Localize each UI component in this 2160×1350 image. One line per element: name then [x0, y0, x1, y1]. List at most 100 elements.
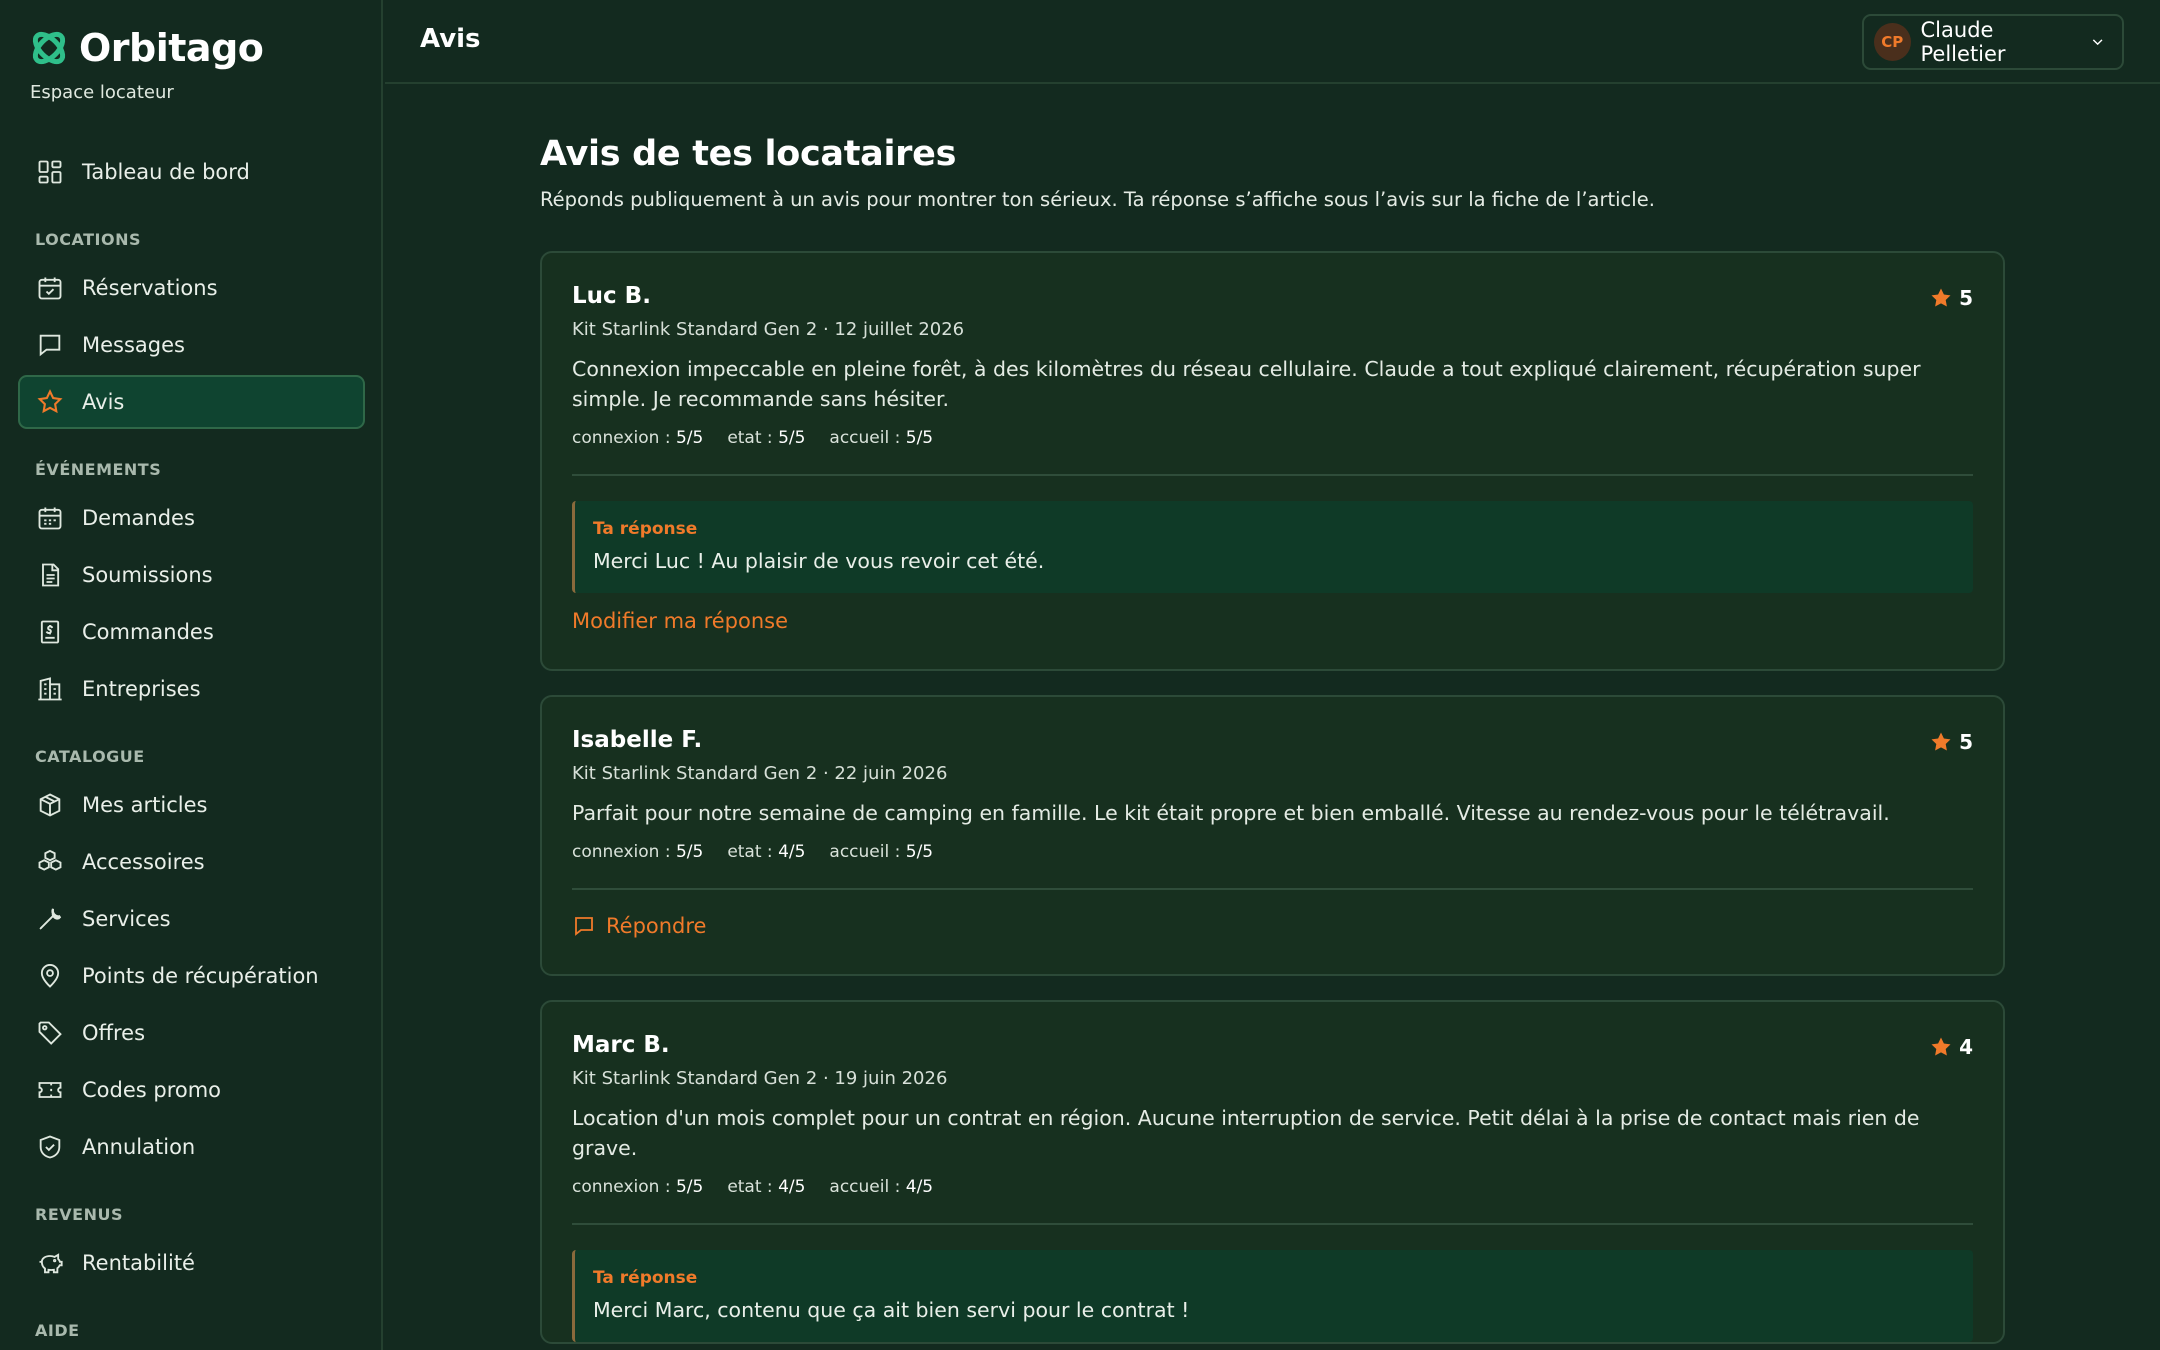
review-rating: 5 [1929, 286, 1973, 310]
sidebar-item-label: Services [82, 907, 171, 931]
star-icon [37, 389, 63, 414]
sidebar-item-label: Messages [82, 333, 185, 357]
review-meta: Kit Starlink Standard Gen 2 · 19 juin 20… [572, 1068, 948, 1089]
sidebar-item-services[interactable]: Services [18, 892, 365, 946]
reviewer-name: Luc B. [572, 283, 651, 309]
document-icon [42, 563, 60, 587]
building-icon [38, 677, 62, 701]
rating-value: 5 [1959, 730, 1973, 754]
edit-reply-link[interactable]: Modifier ma réponse [572, 609, 788, 633]
reply-button[interactable]: Répondre [572, 914, 706, 938]
sidebar-item-label: Tableau de bord [82, 160, 250, 184]
sidebar-item-label: Rentabilité [82, 1251, 195, 1275]
review-scores: connexion : 5/5 etat : 4/5 accueil : 5/5 [572, 842, 1973, 862]
topbar: Avis CP Claude Pelletier [385, 0, 2160, 84]
reply-text: Merci Marc, contenu que ça ait bien serv… [593, 1298, 1190, 1322]
review-text: Connexion impeccable en pleine forêt, à … [572, 357, 1921, 411]
sidebar-section-title: LOCATIONS [35, 230, 141, 249]
review-text: Location d'un mois complet pour un contr… [572, 1106, 1920, 1160]
ticket-icon [38, 1082, 62, 1098]
sidebar-item-entreprises[interactable]: Entreprises [18, 662, 365, 716]
sidebar-item-mes-articles[interactable]: Mes articles [18, 778, 365, 832]
review-rating: 4 [1929, 1035, 1973, 1059]
sidebar-item-label: Entreprises [82, 677, 201, 701]
score-item: accueil : 5/5 [829, 428, 933, 448]
owner-reply: Ta réponse Merci Luc ! Au plaisir de vou… [572, 501, 1973, 593]
sidebar-item-avis[interactable]: Avis [18, 375, 365, 429]
sidebar-item-accessoires[interactable]: Accessoires [18, 835, 365, 889]
main-content: Avis de tes locataires Réponds publiquem… [540, 84, 2005, 1344]
score-value: 5/5 [675, 842, 704, 862]
star-filled-icon [1931, 732, 1951, 751]
sidebar-item-label: Points de récupération [82, 964, 319, 988]
boxes-icon [38, 849, 62, 871]
sidebar-item-dashboard[interactable]: Tableau de bord [18, 145, 365, 199]
sidebar-item-label: Mes articles [82, 793, 208, 817]
score-item: etat : 4/5 [727, 842, 805, 862]
brand-subtitle: Espace locateur [30, 82, 174, 103]
score-value: 5/5 [778, 428, 806, 448]
calendar-check-icon [38, 277, 62, 300]
score-label: etat : [727, 428, 773, 448]
sidebar-item-label: Avis [82, 390, 125, 414]
piggy-bank-icon [39, 1253, 63, 1274]
score-label: connexion : [572, 428, 671, 448]
score-label: accueil : [829, 842, 901, 862]
sidebar-item-label: Offres [82, 1021, 146, 1045]
sidebar-item-soumissions[interactable]: Soumissions [18, 548, 365, 602]
sidebar-item-codes-promo[interactable]: Codes promo [18, 1063, 365, 1117]
sidebar-item-messages[interactable]: Messages [18, 318, 365, 372]
sidebar-item-offres[interactable]: Offres [18, 1006, 365, 1060]
sidebar-item-points-recuperation[interactable]: Points de récupération [18, 949, 365, 1003]
score-label: etat : [727, 1177, 773, 1197]
score-item: accueil : 4/5 [829, 1177, 933, 1197]
score-item: connexion : 5/5 [572, 428, 703, 448]
sidebar-item-label: Annulation [82, 1135, 196, 1159]
review-text: Parfait pour notre semaine de camping en… [572, 801, 1890, 825]
wrench-icon [39, 908, 62, 930]
review-meta: Kit Starlink Standard Gen 2 · 12 juillet… [572, 319, 965, 340]
sidebar-item-label: Commandes [82, 620, 214, 644]
score-label: connexion : [572, 1177, 671, 1197]
score-label: connexion : [572, 842, 671, 862]
brand[interactable]: Orbitago [29, 26, 264, 70]
map-pin-icon [40, 964, 60, 988]
sidebar-item-rentabilite[interactable]: Rentabilité [18, 1236, 365, 1290]
reply-label: Ta réponse [593, 519, 698, 539]
score-label: accueil : [829, 428, 901, 448]
sidebar-item-reservations[interactable]: Réservations [18, 261, 365, 315]
message-icon [39, 334, 61, 357]
receipt-icon [40, 620, 60, 644]
score-item: connexion : 5/5 [572, 1177, 703, 1197]
sidebar-item-label: Soumissions [82, 563, 213, 587]
sidebar-item-annulation[interactable]: Annulation [18, 1120, 365, 1174]
review-card: Isabelle F. 5 Kit Starlink Standard Gen … [540, 695, 2005, 976]
shield-check-icon [39, 1135, 61, 1159]
tag-icon [38, 1021, 62, 1045]
dashboard-icon [38, 160, 62, 184]
sidebar-section-title: AIDE [35, 1321, 80, 1340]
review-rating: 5 [1929, 730, 1973, 754]
sidebar-item-label: Codes promo [82, 1078, 222, 1102]
divider [572, 474, 1973, 476]
calendar-icon [38, 507, 62, 530]
review-card: Marc B. 4 Kit Starlink Standard Gen 2 · … [540, 1000, 2005, 1344]
score-item: accueil : 5/5 [829, 842, 933, 862]
sidebar-section-title: ÉVÉNEMENTS [35, 460, 162, 479]
star-filled-icon [1931, 288, 1951, 307]
review-scores: connexion : 5/5 etat : 4/5 accueil : 4/5 [572, 1177, 1973, 1197]
user-menu-button[interactable]: CP Claude Pelletier [1862, 14, 2124, 70]
edit-reply-label: Modifier ma réponse [572, 609, 789, 633]
sidebar-item-demandes[interactable]: Demandes [18, 491, 365, 545]
reply-button-label: Répondre [606, 914, 707, 938]
brand-name: Orbitago [79, 26, 264, 70]
sidebar-section-title: CATALOGUE [35, 747, 145, 766]
score-value: 5/5 [675, 1177, 704, 1197]
review-card: Luc B. 5 Kit Starlink Standard Gen 2 · 1… [540, 251, 2005, 671]
score-item: etat : 4/5 [727, 1177, 805, 1197]
reviews-description: Réponds publiquement à un avis pour mont… [540, 188, 1655, 211]
sidebar-item-commandes[interactable]: Commandes [18, 605, 365, 659]
score-value: 5/5 [675, 428, 704, 448]
score-value: 4/5 [778, 1177, 806, 1197]
reviewer-name: Isabelle F. [572, 727, 703, 753]
